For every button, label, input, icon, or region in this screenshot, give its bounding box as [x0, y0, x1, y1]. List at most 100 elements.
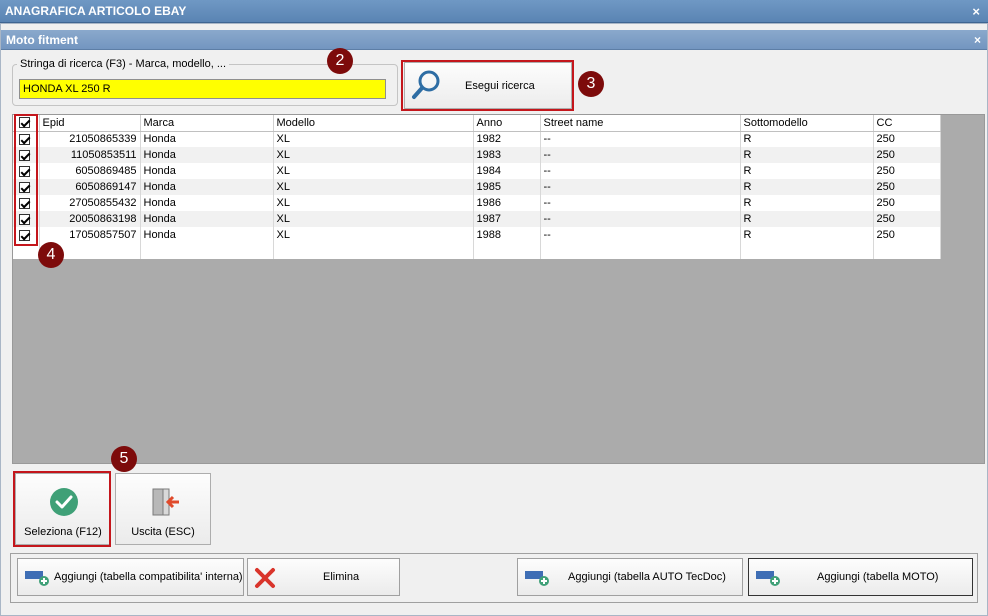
cell-sottomodello: R: [740, 147, 874, 163]
cell-anno: 1986: [473, 195, 541, 211]
add-table-icon: [25, 571, 49, 586]
row-checkbox[interactable]: [19, 181, 30, 193]
column-header-cc[interactable]: CC: [873, 115, 941, 132]
table-row[interactable]: 20050863198 Honda XL 1987 -- R 250: [13, 211, 941, 227]
cell-anno: 1985: [473, 179, 541, 195]
add-auto-tecdoc-label: Aggiungi (tabella AUTO TecDoc): [568, 571, 726, 583]
row-checkbox-cell[interactable]: [13, 163, 40, 179]
column-header-marca[interactable]: Marca: [140, 115, 274, 132]
add-internal-compat-label: Aggiungi (tabella compatibilita' interna…: [54, 571, 243, 583]
cell-sottomodello: R: [740, 163, 874, 179]
cell-epid: 6050869485: [39, 163, 141, 179]
cell-modello: XL: [273, 211, 474, 227]
blank-cell: [540, 243, 741, 259]
row-checkbox[interactable]: [19, 197, 30, 209]
add-auto-tecdoc-button[interactable]: Aggiungi (tabella AUTO TecDoc): [517, 558, 743, 596]
search-legend: Stringa di ricerca (F3) - Marca, modello…: [20, 58, 227, 70]
new-row[interactable]: [13, 243, 941, 259]
cell-marca: Honda: [140, 195, 274, 211]
table-row[interactable]: 27050855432 Honda XL 1986 -- R 250: [13, 195, 941, 211]
blank-cell: [740, 243, 874, 259]
cell-street-name: --: [540, 179, 741, 195]
row-checkbox[interactable]: [19, 165, 30, 177]
cell-street-name: --: [540, 147, 741, 163]
cell-marca: Honda: [140, 131, 274, 147]
delete-button[interactable]: Elimina: [247, 558, 400, 596]
blank-cell: [13, 243, 40, 259]
exit-button[interactable]: Uscita (ESC): [115, 473, 211, 545]
add-moto-label: Aggiungi (tabella MOTO): [817, 571, 939, 583]
table-row[interactable]: 17050857507 Honda XL 1988 -- R 250: [13, 227, 941, 243]
select-button-label: Seleziona (F12): [24, 526, 102, 538]
cell-street-name: --: [540, 131, 741, 147]
cell-street-name: --: [540, 195, 741, 211]
add-internal-compat-button[interactable]: Aggiungi (tabella compatibilita' interna…: [17, 558, 244, 596]
cell-cc: 250: [873, 227, 941, 243]
column-header-anno[interactable]: Anno: [473, 115, 541, 132]
table-row[interactable]: 6050869485 Honda XL 1984 -- R 250: [13, 163, 941, 179]
cell-marca: Honda: [140, 147, 274, 163]
table-row[interactable]: 21050865339 Honda XL 1982 -- R 250: [13, 131, 941, 147]
search-input[interactable]: HONDA XL 250 R: [19, 79, 386, 99]
add-moto-button[interactable]: Aggiungi (tabella MOTO): [748, 558, 973, 596]
cell-epid: 20050863198: [39, 211, 141, 227]
row-checkbox[interactable]: [19, 149, 30, 161]
cell-street-name: --: [540, 163, 741, 179]
cell-modello: XL: [273, 227, 474, 243]
row-checkbox[interactable]: [19, 213, 30, 225]
cell-epid: 17050857507: [39, 227, 141, 243]
cell-marca: Honda: [140, 179, 274, 195]
dialog-close-icon[interactable]: ×: [974, 30, 981, 50]
add-table-icon: [756, 571, 780, 586]
row-checkbox[interactable]: [19, 133, 30, 145]
row-checkbox-cell[interactable]: [13, 179, 40, 195]
cell-cc: 250: [873, 195, 941, 211]
cell-anno: 1987: [473, 211, 541, 227]
table-row[interactable]: 6050869147 Honda XL 1985 -- R 250: [13, 179, 941, 195]
row-checkbox-cell[interactable]: [13, 147, 40, 163]
row-checkbox-cell[interactable]: [13, 211, 40, 227]
select-all-checkbox-header[interactable]: [13, 115, 40, 132]
row-checkbox-cell[interactable]: [13, 195, 40, 211]
cell-marca: Honda: [140, 211, 274, 227]
cell-modello: XL: [273, 195, 474, 211]
column-header-street-name[interactable]: Street name: [540, 115, 741, 132]
annotation-badge-4: 4: [38, 242, 64, 268]
select-all-checkbox[interactable]: [19, 117, 30, 129]
row-checkbox-cell[interactable]: [13, 131, 40, 147]
cell-modello: XL: [273, 179, 474, 195]
cell-sottomodello: R: [740, 131, 874, 147]
cell-marca: Honda: [140, 227, 274, 243]
dialog-title: Moto fitment: [6, 33, 78, 47]
column-header-modello[interactable]: Modello: [273, 115, 474, 132]
delete-button-label: Elimina: [323, 571, 360, 583]
cell-anno: 1982: [473, 131, 541, 147]
cell-street-name: --: [540, 211, 741, 227]
cell-street-name: --: [540, 227, 741, 243]
column-header-epid[interactable]: Epid: [39, 115, 141, 132]
cell-cc: 250: [873, 211, 941, 227]
cell-epid: 21050865339: [39, 131, 141, 147]
cell-modello: XL: [273, 131, 474, 147]
column-header-sottomodello[interactable]: Sottomodello: [740, 115, 874, 132]
annotation-badge-2: 2: [327, 48, 353, 74]
dialog-title-bar: Moto fitment ×: [1, 30, 987, 50]
window-title-bar: ANAGRAFICA ARTICOLO EBAY ×: [0, 0, 988, 23]
select-button[interactable]: Seleziona (F12): [15, 473, 111, 545]
cell-sottomodello: R: [740, 179, 874, 195]
table-row[interactable]: 11050853511 Honda XL 1983 -- R 250: [13, 147, 941, 163]
search-button[interactable]: Esegui ricerca: [404, 62, 572, 109]
row-checkbox-cell[interactable]: [13, 227, 40, 243]
annotation-badge-3: 3: [578, 71, 604, 97]
results-grid: Epid Marca Modello Anno Street name Sott…: [12, 114, 985, 464]
cell-sottomodello: R: [740, 211, 874, 227]
blank-cell: [873, 243, 941, 259]
blank-cell: [140, 243, 274, 259]
window-close-icon[interactable]: ×: [972, 0, 980, 23]
cell-modello: XL: [273, 147, 474, 163]
row-checkbox[interactable]: [19, 229, 30, 241]
table-header: Epid Marca Modello Anno Street name Sott…: [13, 115, 941, 132]
search-button-label: Esegui ricerca: [465, 80, 535, 92]
window-title: ANAGRAFICA ARTICOLO EBAY: [5, 4, 187, 18]
cell-marca: Honda: [140, 163, 274, 179]
